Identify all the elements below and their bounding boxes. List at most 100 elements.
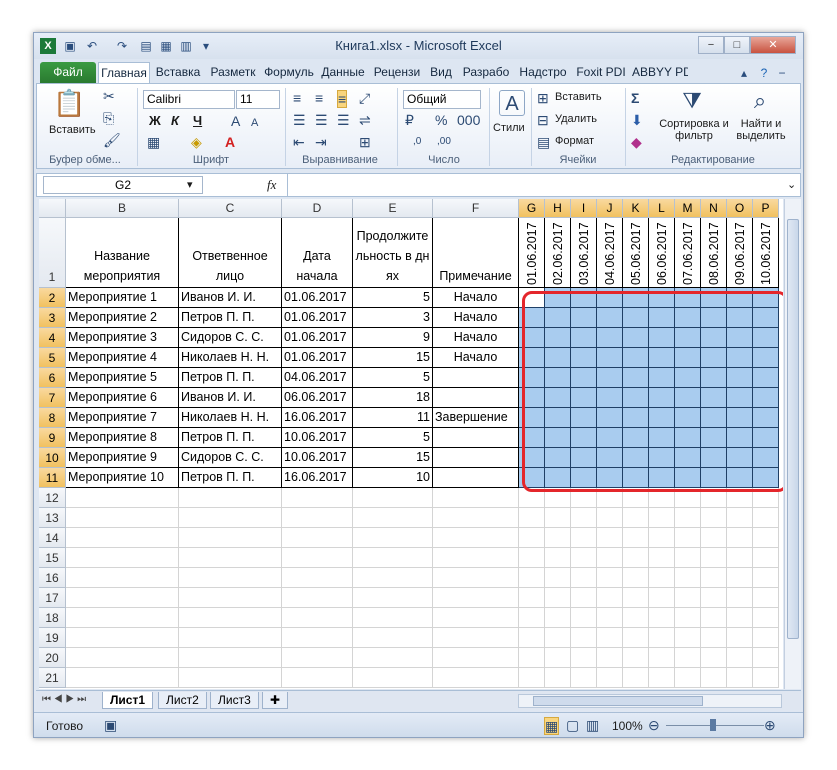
font-name-select[interactable]: Calibri xyxy=(143,90,235,109)
styles-button[interactable]: Стили xyxy=(493,122,525,134)
empty-cell[interactable] xyxy=(179,588,282,608)
empty-cell[interactable] xyxy=(623,628,649,648)
empty-cell[interactable] xyxy=(597,588,623,608)
cell-d7[interactable]: 06.06.2017 xyxy=(282,388,353,408)
sort-filter-icon[interactable]: ⧩ xyxy=(677,88,707,114)
empty-cell[interactable] xyxy=(545,568,571,588)
column-header-i[interactable]: I xyxy=(571,199,597,218)
empty-cell[interactable] xyxy=(179,508,282,528)
cell-e2[interactable]: 5 xyxy=(353,288,433,308)
cell-f10[interactable] xyxy=(433,448,519,468)
insert-function-icon[interactable]: fx xyxy=(267,177,276,193)
align-left-icon[interactable]: ☰ xyxy=(293,112,306,128)
row-header-4[interactable]: 4 xyxy=(39,328,66,348)
cell-c3[interactable]: Петров П. П. xyxy=(179,308,282,328)
empty-cell[interactable] xyxy=(649,608,675,628)
empty-cell[interactable] xyxy=(433,548,519,568)
cell-c7[interactable]: Иванов И. И. xyxy=(179,388,282,408)
zoom-in-icon[interactable]: ⊕ xyxy=(764,717,776,733)
empty-cell[interactable] xyxy=(571,528,597,548)
horizontal-scrollbar[interactable] xyxy=(518,694,782,708)
comma-style-icon[interactable]: 000 xyxy=(457,112,480,128)
currency-icon[interactable]: ₽ xyxy=(405,112,414,128)
copy-icon[interactable]: ⎘ xyxy=(103,110,114,126)
empty-cell[interactable] xyxy=(727,668,753,688)
date-header-cell[interactable]: 07.06.2017 xyxy=(675,218,701,288)
tab-insert[interactable]: Вставка xyxy=(152,62,204,83)
empty-cell[interactable] xyxy=(545,668,571,688)
row-header-3[interactable]: 3 xyxy=(39,308,66,328)
empty-cell[interactable] xyxy=(623,668,649,688)
empty-cell[interactable] xyxy=(701,588,727,608)
empty-cell[interactable] xyxy=(66,528,179,548)
empty-cell[interactable] xyxy=(519,588,545,608)
align-bottom-icon[interactable]: ≡ xyxy=(337,90,348,108)
column-header-n[interactable]: N xyxy=(701,199,727,218)
cell-d8[interactable]: 16.06.2017 xyxy=(282,408,353,428)
empty-cell[interactable] xyxy=(571,648,597,668)
cut-icon[interactable]: ✂ xyxy=(103,88,115,104)
row-header-8[interactable]: 8 xyxy=(39,408,66,428)
cell-c6[interactable]: Петров П. П. xyxy=(179,368,282,388)
sheet-tab-1[interactable]: Лист1 xyxy=(102,692,154,709)
empty-cell[interactable] xyxy=(571,668,597,688)
cell-e9[interactable]: 5 xyxy=(353,428,433,448)
cell-f3[interactable]: Начало xyxy=(433,308,519,328)
date-header-cell[interactable]: 03.06.2017 xyxy=(571,218,597,288)
empty-cell[interactable] xyxy=(753,528,779,548)
cell-c11[interactable]: Петров П. П. xyxy=(179,468,282,488)
cell-e7[interactable]: 18 xyxy=(353,388,433,408)
empty-cell[interactable] xyxy=(597,548,623,568)
cell-b6[interactable]: Мероприятие 5 xyxy=(66,368,179,388)
worksheet-grid[interactable]: B C D E F G H I J K L M N O P 1 2 3 4 5 6 7 8 9 10 11 12 13 14 15 16 17… xyxy=(39,199,783,689)
date-header-cell[interactable]: 04.06.2017 xyxy=(597,218,623,288)
empty-cell[interactable] xyxy=(649,508,675,528)
horizontal-scroll-thumb[interactable] xyxy=(533,696,703,706)
date-header-cell[interactable]: 05.06.2017 xyxy=(623,218,649,288)
page-break-view-icon[interactable]: ▥ xyxy=(586,717,599,733)
column-header-j[interactable]: J xyxy=(597,199,623,218)
cell-f8[interactable]: Завершение xyxy=(433,408,519,428)
cell-e8[interactable]: 11 xyxy=(353,408,433,428)
header-cell-c[interactable]: Ответвенное лицо xyxy=(179,218,282,288)
empty-cell[interactable] xyxy=(353,568,433,588)
empty-cell[interactable] xyxy=(519,668,545,688)
cell-d6[interactable]: 04.06.2017 xyxy=(282,368,353,388)
date-header-cell[interactable]: 09.06.2017 xyxy=(727,218,753,288)
merge-center-icon[interactable]: ⊞ xyxy=(359,134,371,150)
cell-b11[interactable]: Мероприятие 10 xyxy=(66,468,179,488)
row-header-5[interactable]: 5 xyxy=(39,348,66,368)
empty-cell[interactable] xyxy=(433,668,519,688)
empty-cell[interactable] xyxy=(519,628,545,648)
empty-cell[interactable] xyxy=(66,568,179,588)
vertical-scrollbar[interactable] xyxy=(784,199,801,689)
cell-f11[interactable] xyxy=(433,468,519,488)
empty-cell[interactable] xyxy=(649,588,675,608)
zoom-slider-thumb[interactable] xyxy=(710,719,716,731)
column-header-b[interactable]: B xyxy=(66,199,179,218)
empty-cell[interactable] xyxy=(675,608,701,628)
empty-cell[interactable] xyxy=(179,528,282,548)
sheet-tab-3[interactable]: Лист3 xyxy=(210,692,259,709)
column-header-d[interactable]: D xyxy=(282,199,353,218)
cell-c10[interactable]: Сидоров С. С. xyxy=(179,448,282,468)
cell-d5[interactable]: 01.06.2017 xyxy=(282,348,353,368)
fill-color-icon[interactable]: ◈ xyxy=(191,134,202,150)
empty-cell[interactable] xyxy=(66,548,179,568)
empty-cell[interactable] xyxy=(701,608,727,628)
empty-cell[interactable] xyxy=(66,608,179,628)
date-header-cell[interactable]: 06.06.2017 xyxy=(649,218,675,288)
empty-cell[interactable] xyxy=(623,508,649,528)
cell-b10[interactable]: Мероприятие 9 xyxy=(66,448,179,468)
decrease-decimal-icon[interactable]: ,00 xyxy=(437,134,451,150)
row-header-13[interactable]: 13 xyxy=(39,508,66,528)
cell-e10[interactable]: 15 xyxy=(353,448,433,468)
cell-f7[interactable] xyxy=(433,388,519,408)
row-header-11[interactable]: 11 xyxy=(39,468,66,488)
empty-cell[interactable] xyxy=(179,568,282,588)
empty-cell[interactable] xyxy=(66,628,179,648)
empty-cell[interactable] xyxy=(179,668,282,688)
empty-cell[interactable] xyxy=(727,568,753,588)
cell-f5[interactable]: Начало xyxy=(433,348,519,368)
empty-cell[interactable] xyxy=(66,668,179,688)
